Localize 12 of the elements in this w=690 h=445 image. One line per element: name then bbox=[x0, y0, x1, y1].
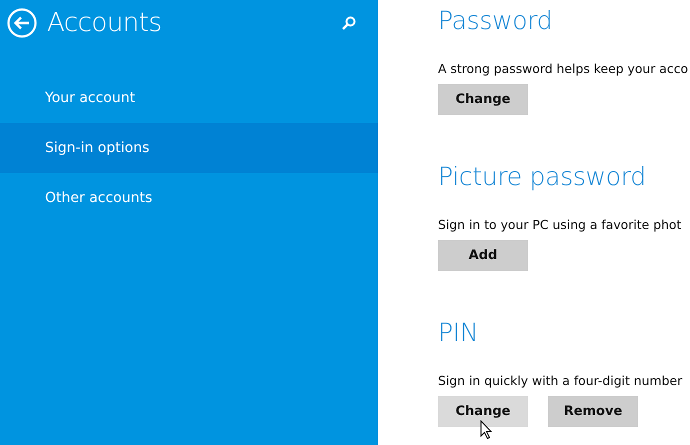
action-button[interactable]: Change bbox=[438, 396, 528, 427]
section-heading: PIN bbox=[438, 317, 480, 349]
page-title: Accounts bbox=[47, 8, 162, 38]
section-heading: Password bbox=[438, 5, 554, 37]
action-button[interactable]: Remove bbox=[548, 396, 638, 427]
section-description: A strong password helps keep your acco bbox=[438, 60, 690, 78]
sidebar-item[interactable]: Sign-in options bbox=[0, 123, 378, 173]
action-button[interactable]: Change bbox=[438, 84, 528, 115]
section-heading: Picture password bbox=[438, 161, 647, 193]
section-description: Sign in to your PC using a favorite phot bbox=[438, 216, 682, 234]
action-button[interactable]: Add bbox=[438, 240, 528, 271]
section-description: Sign in quickly with a four-digit number bbox=[438, 372, 684, 390]
